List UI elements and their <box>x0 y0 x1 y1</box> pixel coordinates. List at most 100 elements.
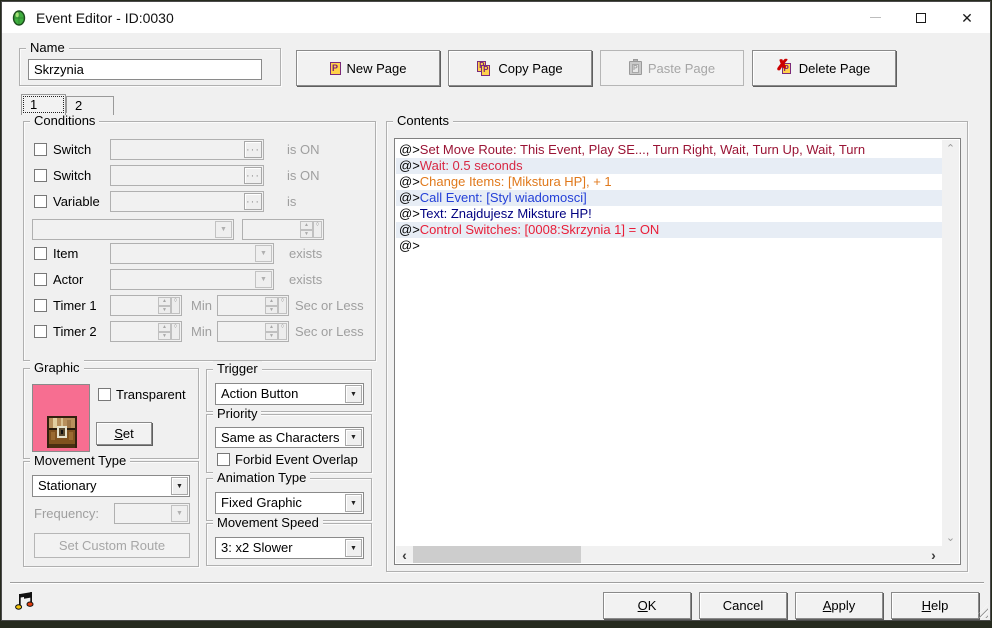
item-checkbox[interactable] <box>34 247 47 260</box>
variable-checkbox[interactable] <box>34 195 47 208</box>
movement-type-arrow-icon: ▼ <box>171 477 188 495</box>
variable-suffix: is <box>287 194 297 209</box>
paste-page-label: Paste Page <box>647 60 716 76</box>
scroll-down-icon[interactable]: ⌄ <box>942 529 959 546</box>
command-line[interactable]: @>Call Event: [Styl wiadomosci] <box>396 190 942 206</box>
command-line[interactable]: @>Set Move Route: This Event, Play SE...… <box>396 142 942 158</box>
command-line[interactable]: @>Text: Znajdujesz Miksture HP! <box>396 206 942 222</box>
spin-side-icon: ◊ <box>313 221 322 238</box>
actor-combo-arrow-icon: ▼ <box>255 271 272 288</box>
movement-type-group: Movement Type Stationary ▼ Frequency: ▼ … <box>23 453 199 567</box>
transparent-checkbox[interactable] <box>98 388 111 401</box>
item-combo: ▼ <box>110 243 274 264</box>
variable-label: Variable <box>53 194 100 209</box>
actor-combo: ▼ <box>110 269 274 290</box>
movement-speed-group: Movement Speed 3: x2 Slower ▼ <box>206 515 372 566</box>
animation-type-label: Animation Type <box>213 470 311 485</box>
command-line[interactable]: @>Change Items: [Mikstura HP], + 1 <box>396 174 942 190</box>
scroll-left-icon[interactable]: ‹ <box>396 546 413 563</box>
contents-group-label: Contents <box>393 113 454 128</box>
timer1-min-spinner: ▲ ▼ ◊ <box>110 295 182 316</box>
close-button[interactable]: ✕ <box>944 2 990 33</box>
tab-page-1[interactable]: 1 <box>21 94 66 115</box>
contents-group: Contents @>Set Move Route: This Event, P… <box>386 113 968 572</box>
graphic-set-button[interactable]: Set <box>96 422 152 445</box>
maximize-button[interactable] <box>898 2 944 33</box>
switch2-checkbox[interactable] <box>34 169 47 182</box>
horizontal-scrollbar[interactable]: ‹ › <box>396 546 942 563</box>
music-note-icon <box>15 592 34 610</box>
actor-checkbox[interactable] <box>34 273 47 286</box>
ok-button[interactable]: OK <box>603 592 691 619</box>
app-gem-icon <box>12 9 26 26</box>
movement-type-combo[interactable]: Stationary ▼ <box>32 475 190 497</box>
timer2-checkbox[interactable] <box>34 325 47 338</box>
close-icon: ✕ <box>961 9 973 26</box>
minimize-button <box>852 2 898 33</box>
name-input[interactable]: Skrzynia <box>28 59 262 80</box>
scroll-right-icon[interactable]: › <box>925 546 942 563</box>
title-bar: Event Editor - ID:0030 ✕ <box>2 2 990 33</box>
frequency-combo: ▼ <box>114 503 190 524</box>
new-page-icon: P <box>329 61 341 75</box>
switch2-suffix: is ON <box>287 168 320 183</box>
timer2-sec-spinner: ▲ ▼ ◊ <box>217 321 289 342</box>
variable-condition-arrow-icon: ▼ <box>215 221 232 238</box>
timer2-suffix: Sec or Less <box>295 324 364 339</box>
command-line[interactable]: @>Wait: 0.5 seconds <box>396 158 942 174</box>
frequency-arrow-icon: ▼ <box>171 505 188 522</box>
switch1-checkbox[interactable] <box>34 143 47 156</box>
item-label: Item <box>53 246 79 261</box>
graphic-preview[interactable] <box>32 384 90 452</box>
timer1-sec-spinner: ▲ ▼ ◊ <box>217 295 289 316</box>
trigger-combo[interactable]: Action Button ▼ <box>215 383 364 405</box>
trigger-group-label: Trigger <box>213 361 262 376</box>
cancel-button[interactable]: Cancel <box>699 592 787 619</box>
apply-button[interactable]: Apply <box>795 592 883 619</box>
timer1-checkbox[interactable] <box>34 299 47 312</box>
timer1-min-label: Min <box>191 298 212 313</box>
minimize-icon <box>869 17 881 18</box>
name-value: Skrzynia <box>34 62 84 77</box>
switch2-value-field: ··· <box>110 165 264 186</box>
timer2-label: Timer 2 <box>53 324 97 339</box>
help-button[interactable]: Help <box>891 592 979 619</box>
switch1-suffix: is ON <box>287 142 320 157</box>
animation-type-combo[interactable]: Fixed Graphic ▼ <box>215 492 364 514</box>
name-group: Name Skrzynia <box>19 40 281 86</box>
switch1-label: Switch <box>53 142 92 157</box>
frequency-label: Frequency: <box>34 506 100 521</box>
switch2-browse-button: ··· <box>244 167 262 184</box>
paste-page-icon: P <box>628 59 642 75</box>
delete-page-button[interactable]: P ✗ Delete Page <box>752 50 896 86</box>
new-page-button[interactable]: P New Page <box>296 50 440 86</box>
movement-type-label: Movement Type <box>30 453 131 468</box>
movement-speed-combo[interactable]: 3: x2 Slower ▼ <box>215 537 364 559</box>
timer2-min-label: Min <box>191 324 212 339</box>
priority-group-label: Priority <box>213 406 262 421</box>
vertical-scrollbar[interactable]: ⌃ ⌄ <box>942 140 959 546</box>
actor-label: Actor <box>53 272 84 287</box>
copy-page-button[interactable]: P P Copy Page <box>448 50 592 86</box>
priority-combo[interactable]: Same as Characters ▼ <box>215 427 364 448</box>
conditions-group-label: Conditions <box>30 113 100 128</box>
graphic-group-label: Graphic <box>30 360 84 375</box>
trigger-arrow-icon: ▼ <box>345 385 362 403</box>
chest-sprite <box>47 416 77 448</box>
variable-condition-combo: ▼ <box>32 219 234 240</box>
timer1-suffix: Sec or Less <box>295 298 364 313</box>
command-line[interactable]: @>Control Switches: [0008:Skrzynia 1] = … <box>396 222 942 238</box>
forbid-overlap-checkbox[interactable] <box>217 453 230 466</box>
movement-speed-label: Movement Speed <box>213 515 323 530</box>
item-suffix: exists <box>289 246 323 261</box>
cancel-label: Cancel <box>722 598 764 613</box>
switch2-label: Switch <box>53 168 92 183</box>
maximize-icon <box>916 12 926 23</box>
forbid-overlap-label: Forbid Event Overlap <box>235 452 358 467</box>
copy-page-label: Copy Page <box>498 60 563 76</box>
command-line[interactable]: @> <box>396 238 942 254</box>
actor-suffix: exists <box>289 272 323 287</box>
scroll-up-icon[interactable]: ⌃ <box>942 140 959 157</box>
horizontal-scroll-thumb[interactable] <box>413 546 581 563</box>
paste-page-button: P Paste Page <box>600 50 744 86</box>
